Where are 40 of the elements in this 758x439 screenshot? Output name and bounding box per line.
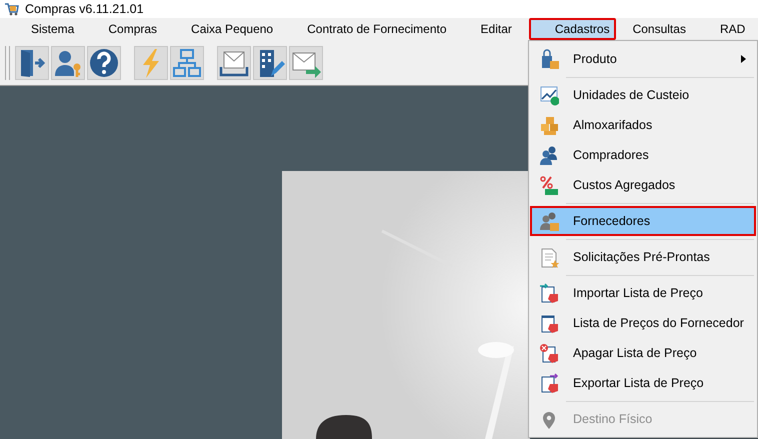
menu-item[interactable]: Solicitações Pré-Prontas [530,242,756,272]
list-tag-arrow-icon [539,282,559,304]
user-key-button[interactable] [51,46,85,80]
building-pencil-button[interactable] [253,46,287,80]
list-tag-export-icon [539,372,559,394]
percent-money-icon [539,174,559,196]
menu-bar-item[interactable]: Compras [91,18,174,40]
menu-item[interactable]: Lista de Preços do Fornecedor [530,308,756,338]
menu-bar-item[interactable]: Cadastros [528,18,616,40]
menu-item[interactable]: Importar Lista de Preço [530,278,756,308]
menu-item[interactable]: Almoxarifados [530,110,756,140]
bag-box-icon [539,48,559,70]
list-tag-delete-icon [539,342,559,364]
envelope-tray-button[interactable] [217,46,251,80]
envelope-arrow-button[interactable] [289,46,323,80]
window-title: Compras v6.11.21.01 [25,2,144,16]
help-button[interactable] [87,46,121,80]
menu-bar-item[interactable]: Caixa Pequeno [174,18,290,40]
menu-item[interactable]: Produto [530,44,756,74]
menu-item[interactable]: Fornecedores [530,206,756,236]
menu-item[interactable]: Exportar Lista de Preço [530,368,756,398]
people-box-icon [539,210,559,232]
menu-item[interactable]: Apagar Lista de Preço [530,338,756,368]
org-chart-button[interactable] [170,46,204,80]
menu-item[interactable]: Custos Agregados [530,170,756,200]
list-tag-icon [539,312,559,334]
chart-dollar-icon [539,84,559,106]
cart-icon [4,2,19,16]
exit-door-button[interactable] [15,46,49,80]
menu-bar-item[interactable]: Editar [464,18,529,40]
menu-bar-item[interactable]: Sistema [14,18,92,40]
boxes-icon [539,114,559,136]
document-star-icon [539,246,559,268]
people-icon [539,144,559,166]
menu-item[interactable]: Compradores [530,140,756,170]
menu-bar-item[interactable]: Contrato de Fornecimento [290,18,464,40]
menu-item[interactable]: Unidades de Custeio [530,80,756,110]
menu-bar-item[interactable]: RAD [702,18,758,40]
submenu-arrow-icon [741,55,746,63]
menu-bar-item[interactable]: Consultas [616,18,703,40]
